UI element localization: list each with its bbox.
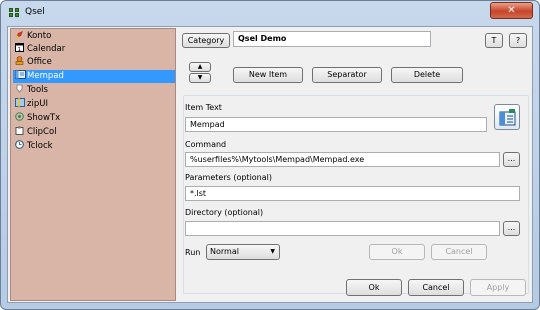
chevron-down-icon: ▼	[270, 248, 275, 255]
calendar-icon: 1	[15, 43, 24, 53]
item-cancel-button[interactable]: Cancel	[431, 244, 487, 260]
run-mode-value: Normal	[210, 247, 239, 256]
ok-button[interactable]: Ok	[346, 279, 402, 296]
sidebar-item-label: zipUI	[27, 99, 48, 109]
arrow-down-icon: ▼	[197, 74, 203, 81]
showtx-icon	[15, 112, 24, 121]
parameters-field[interactable]: *.lst	[185, 186, 520, 201]
sidebar-item-showtx[interactable]: ShowTx	[13, 112, 175, 125]
parameters-label: Parameters (optional)	[185, 173, 272, 182]
sidebar-item-konto[interactable]: Konto	[13, 30, 175, 43]
title-bar[interactable]: Qsel ✕	[1, 1, 539, 25]
sidebar-item-calendar[interactable]: 1 Calendar	[13, 43, 175, 56]
separator-button[interactable]: Separator	[312, 67, 382, 83]
run-mode-select[interactable]: Normal ▼	[206, 244, 280, 260]
t-button[interactable]: T	[485, 33, 503, 48]
move-down-button[interactable]: ▼	[189, 73, 211, 83]
cancel-button[interactable]: Cancel	[408, 279, 464, 296]
sidebar-item-label: Mempad	[27, 71, 64, 81]
window-title: Qsel	[25, 7, 45, 17]
sidebar-item-label: Tools	[27, 85, 48, 95]
arrow-up-icon: ▲	[197, 63, 203, 70]
app-grid-icon	[9, 8, 21, 18]
sidebar-item-label: ClipCol	[27, 127, 57, 137]
move-up-button[interactable]: ▲	[189, 62, 211, 72]
sidebar-item-label: Office	[27, 57, 52, 67]
item-ok-button[interactable]: Ok	[369, 244, 425, 260]
command-browse-button[interactable]: ...	[503, 152, 520, 167]
directory-browse-button[interactable]: ...	[503, 221, 520, 236]
sidebar-item-tclock[interactable]: Tclock	[13, 140, 175, 153]
item-icon-button[interactable]	[494, 104, 520, 130]
clipcol-icon	[15, 126, 24, 135]
mempad-icon	[499, 109, 516, 126]
sidebar-item-clipcol[interactable]: ClipCol	[13, 126, 175, 139]
sidebar-item-label: Tclock	[27, 141, 53, 151]
new-item-button[interactable]: New Item	[233, 67, 303, 83]
category-list[interactable]: Konto 1 Calendar Office Mempad Tools zip…	[10, 28, 176, 301]
qsel-window: Qsel ✕ Konto 1 Calendar Office Mempad To…	[0, 0, 540, 310]
dialog-client-area: Konto 1 Calendar Office Mempad Tools zip…	[7, 26, 533, 303]
run-label: Run	[185, 248, 201, 257]
command-label: Command	[185, 140, 227, 149]
directory-field[interactable]	[185, 221, 500, 236]
sidebar-item-office[interactable]: Office	[13, 56, 175, 69]
tclock-icon	[15, 140, 24, 149]
sidebar-item-tools[interactable]: Tools	[13, 84, 175, 97]
zipui-icon	[15, 98, 25, 107]
office-icon	[15, 56, 24, 65]
svg-text:1: 1	[18, 47, 22, 52]
close-button[interactable]: ✕	[490, 2, 533, 19]
mempad-icon	[15, 70, 26, 79]
sidebar-item-label: Konto	[27, 31, 52, 41]
apply-button[interactable]: Apply	[470, 279, 526, 296]
item-text-field[interactable]: Mempad	[185, 117, 487, 132]
delete-button[interactable]: Delete	[391, 67, 463, 83]
category-name-field[interactable]: Qsel Demo	[233, 31, 431, 47]
sidebar-item-label: Calendar	[27, 44, 66, 54]
sidebar-item-label: ShowTx	[27, 113, 61, 123]
command-field[interactable]: %userfiles%\Mytools\Mempad\Mempad.exe	[185, 152, 500, 167]
sidebar-item-zipui[interactable]: zipUI	[13, 98, 175, 111]
close-icon: ✕	[507, 5, 516, 16]
tools-icon	[15, 84, 24, 93]
directory-label: Directory (optional)	[185, 208, 264, 217]
category-button[interactable]: Category	[182, 33, 230, 48]
sidebar-item-mempad[interactable]: Mempad	[13, 70, 175, 83]
help-button[interactable]: ?	[509, 33, 527, 48]
item-text-label: Item Text	[185, 103, 222, 112]
konto-icon	[15, 30, 24, 39]
